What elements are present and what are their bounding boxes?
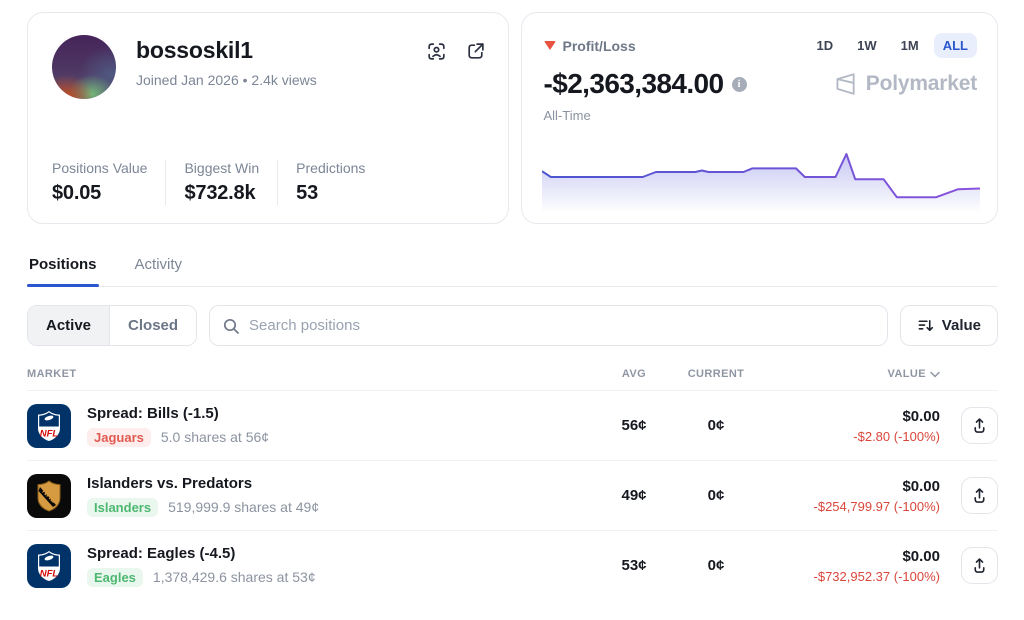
stat-positions-value: Positions Value $0.05 — [52, 160, 165, 205]
pnl-value: -$2,363,384.00 — [544, 68, 724, 100]
range-all[interactable]: ALL — [934, 33, 977, 58]
top-cards: bossoskil1 Joined Jan 2026 • 2.4k views — [27, 12, 998, 224]
time-range-selector: 1D 1W 1M ALL — [808, 33, 977, 58]
external-link-icon — [465, 41, 486, 62]
position-value: $0.00 — [762, 408, 940, 425]
loss-triangle-icon — [544, 41, 556, 50]
tab-positions[interactable]: Positions — [27, 250, 99, 286]
range-1d[interactable]: 1D — [808, 33, 843, 58]
range-1m[interactable]: 1M — [892, 33, 928, 58]
share-position-button[interactable] — [961, 407, 998, 444]
stat-predictions: Predictions 53 — [277, 160, 383, 205]
nfl-logo-icon: NFL — [27, 544, 71, 588]
avg-price: 49¢ — [598, 487, 670, 504]
search-input[interactable] — [249, 317, 875, 334]
market-title[interactable]: Islanders vs. Predators — [87, 475, 319, 492]
scan-profile-icon — [426, 41, 447, 62]
share-icon — [971, 417, 988, 434]
sort-button-label: Value — [942, 317, 981, 334]
current-price: 0¢ — [670, 417, 762, 434]
open-external-button[interactable] — [465, 41, 486, 62]
header-avg: AVG — [598, 368, 670, 380]
svg-text:NFL: NFL — [40, 428, 59, 439]
header-value[interactable]: VALUE — [762, 368, 940, 380]
stat-biggest-win: Biggest Win $732.8k — [165, 160, 277, 205]
status-segmented-control: Active Closed — [27, 305, 197, 346]
position-change: -$732,952.37 (-100%) — [762, 569, 940, 584]
pnl-period: All-Time — [544, 108, 978, 123]
pnl-card: Profit/Loss 1D 1W 1M ALL -$2,363,384.00 … — [521, 12, 999, 224]
sort-icon — [917, 317, 934, 334]
scan-profile-button[interactable] — [426, 41, 447, 62]
polymarket-profile-page: bossoskil1 Joined Jan 2026 • 2.4k views — [0, 0, 1024, 620]
username: bossoskil1 — [136, 37, 317, 64]
segment-closed[interactable]: Closed — [109, 306, 196, 345]
profile-stats: Positions Value $0.05 Biggest Win $732.8… — [52, 160, 486, 205]
position-change: -$2.80 (-100%) — [762, 429, 940, 444]
outcome-badge: Islanders — [87, 498, 158, 517]
profile-subtitle: Joined Jan 2026 • 2.4k views — [136, 72, 317, 88]
shares-text: 519,999.9 shares at 49¢ — [168, 499, 319, 515]
header-market: MARKET — [27, 368, 598, 380]
pnl-label: Profit/Loss — [563, 38, 636, 54]
position-value: $0.00 — [762, 548, 940, 565]
table-header: MARKET AVG CURRENT VALUE — [27, 362, 998, 390]
filter-row: Active Closed Value — [27, 305, 998, 346]
position-change: -$254,799.97 (-100%) — [762, 499, 940, 514]
tab-bar: Positions Activity — [27, 250, 998, 287]
current-price: 0¢ — [670, 487, 762, 504]
share-icon — [971, 487, 988, 504]
tab-activity[interactable]: Activity — [133, 250, 185, 286]
range-1w[interactable]: 1W — [848, 33, 886, 58]
market-title[interactable]: Spread: Bills (-1.5) — [87, 405, 269, 422]
position-row-islanders[interactable]: NHL Islanders vs. Predators Islanders 51… — [27, 460, 998, 530]
header-current: CURRENT — [670, 368, 762, 380]
search-icon — [222, 317, 240, 335]
avg-price: 56¢ — [598, 417, 670, 434]
share-icon — [971, 557, 988, 574]
polymarket-logo-icon — [832, 71, 858, 97]
shares-text: 5.0 shares at 56¢ — [161, 429, 269, 445]
segment-active[interactable]: Active — [28, 306, 109, 345]
nfl-logo-icon: NFL — [27, 404, 71, 448]
avatar — [52, 35, 116, 99]
sort-by-value-button[interactable]: Value — [900, 305, 998, 346]
avg-price: 53¢ — [598, 557, 670, 574]
svg-text:NFL: NFL — [40, 568, 59, 579]
profile-card: bossoskil1 Joined Jan 2026 • 2.4k views — [27, 12, 509, 224]
nhl-logo-icon: NHL — [27, 474, 71, 518]
outcome-badge: Eagles — [87, 568, 143, 587]
search-positions-box — [209, 305, 888, 346]
position-row-eagles[interactable]: NFL Spread: Eagles (-4.5) Eagles 1,378,4… — [27, 530, 998, 600]
pnl-chart[interactable] — [542, 141, 980, 213]
chevron-down-icon — [930, 371, 940, 378]
position-row-bills[interactable]: NFL Spread: Bills (-1.5) Jaguars 5.0 sha… — [27, 390, 998, 460]
polymarket-watermark: Polymarket — [832, 71, 977, 97]
share-position-button[interactable] — [961, 477, 998, 514]
shares-text: 1,378,429.6 shares at 53¢ — [153, 569, 316, 585]
current-price: 0¢ — [670, 557, 762, 574]
share-position-button[interactable] — [961, 547, 998, 584]
position-value: $0.00 — [762, 478, 940, 495]
outcome-badge: Jaguars — [87, 428, 151, 447]
market-title[interactable]: Spread: Eagles (-4.5) — [87, 545, 316, 562]
info-icon[interactable]: i — [732, 77, 747, 92]
